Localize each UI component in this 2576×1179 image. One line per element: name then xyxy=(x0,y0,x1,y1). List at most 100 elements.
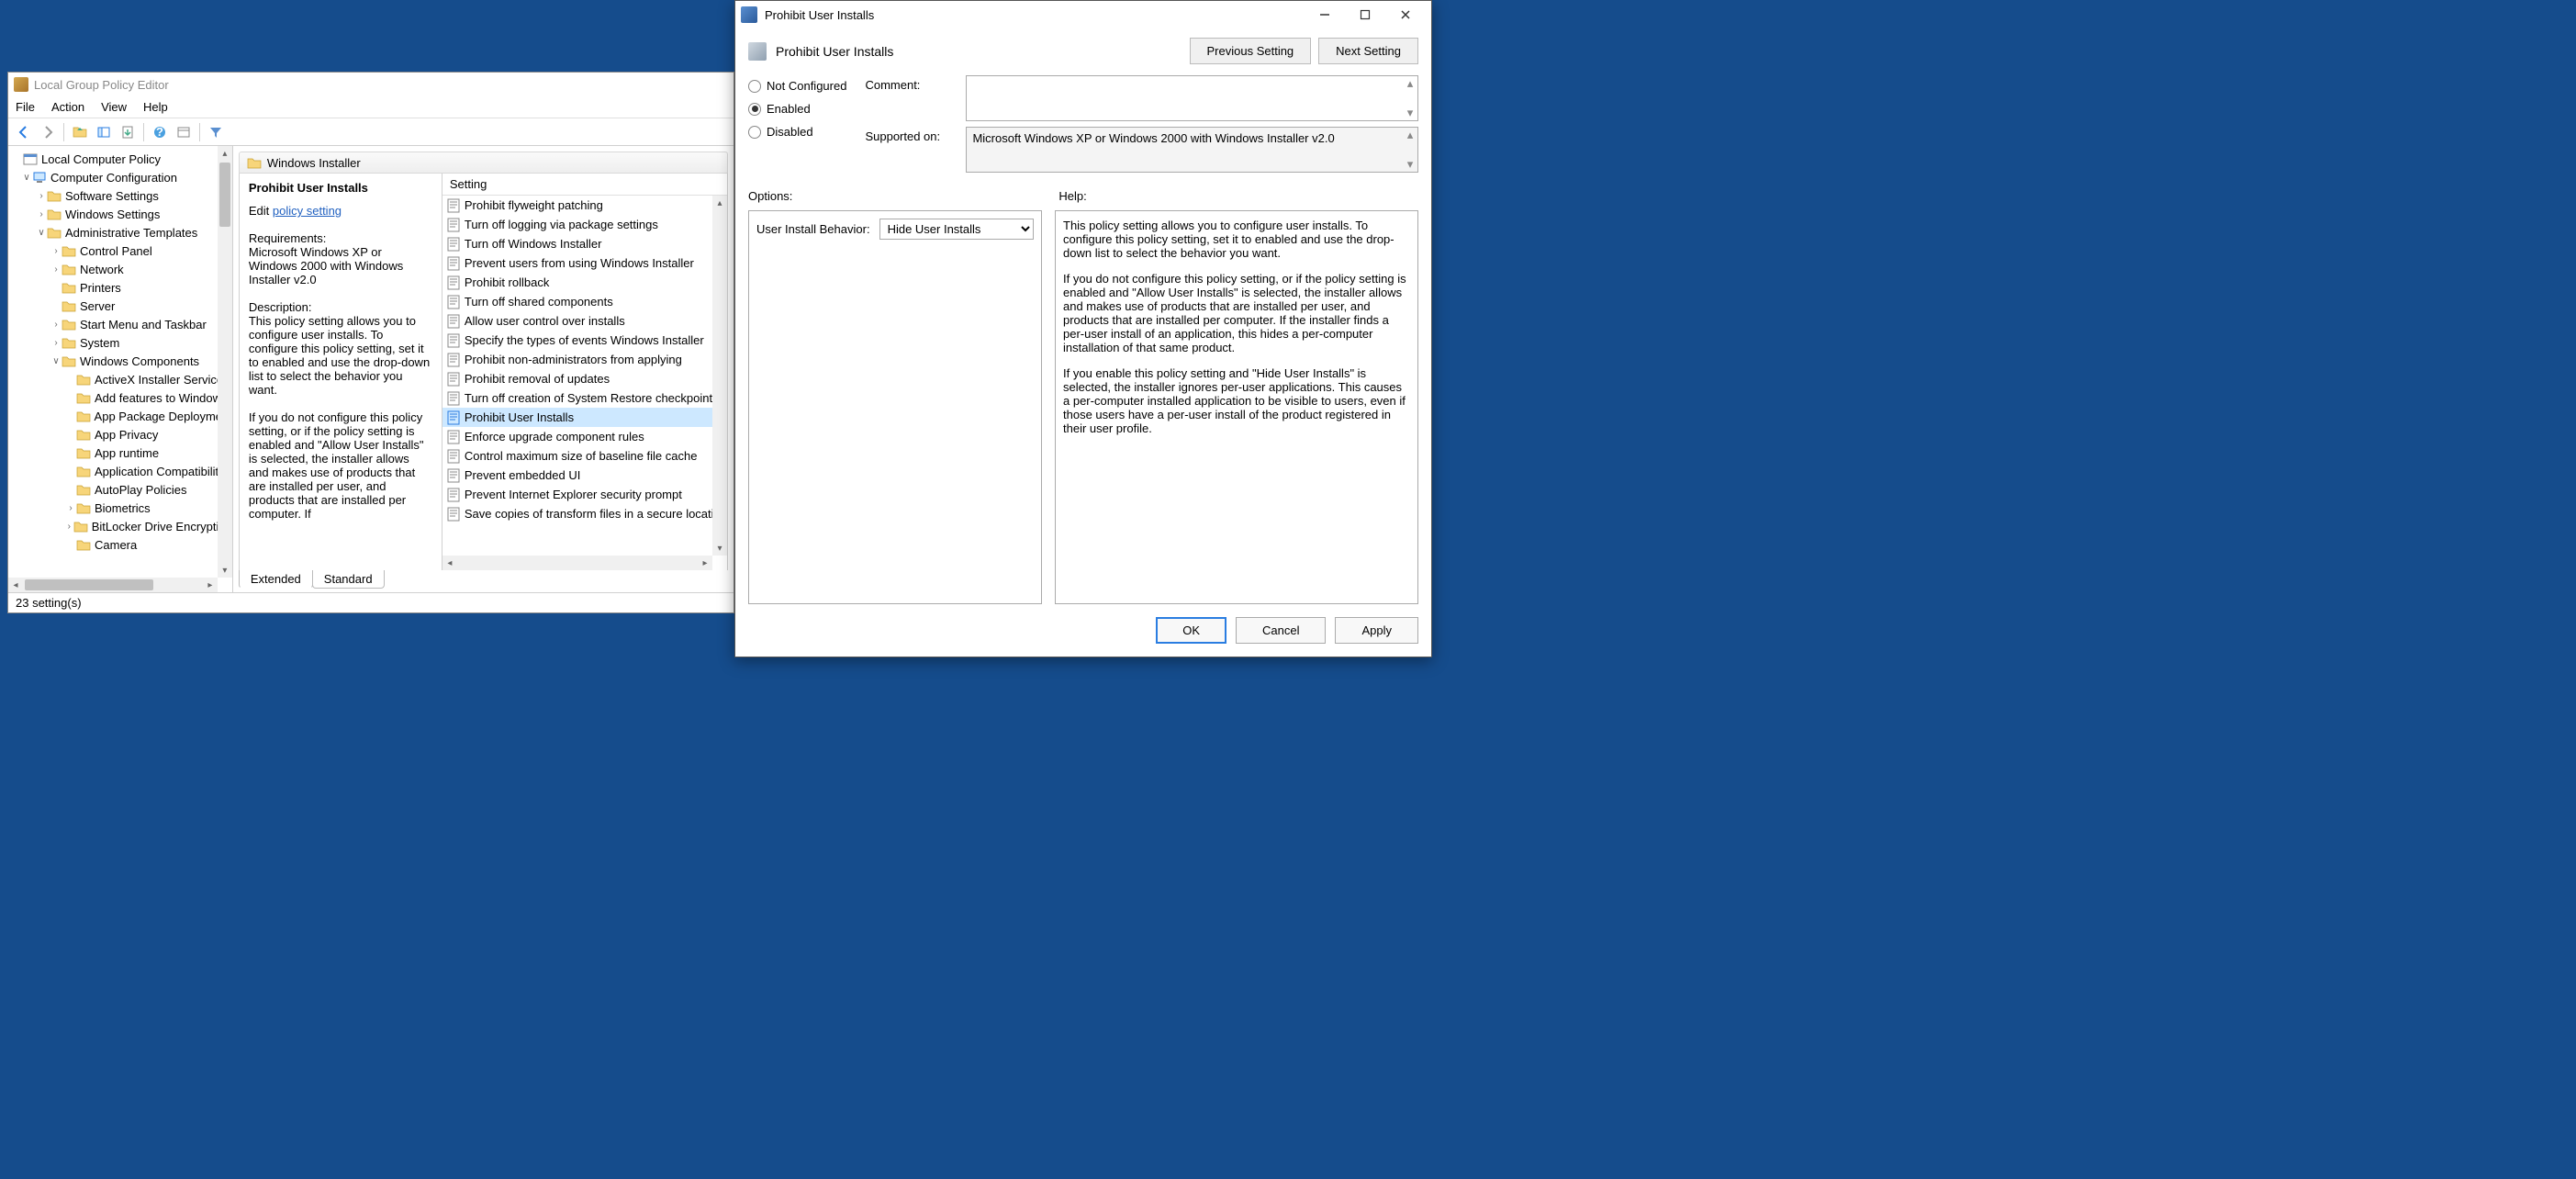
radio-enabled[interactable]: Enabled xyxy=(748,102,846,116)
scroll-down-icon[interactable]: ▾ xyxy=(1407,157,1414,172)
list-item-label: Turn off creation of System Restore chec… xyxy=(465,391,719,405)
tree-printers[interactable]: Printers xyxy=(8,278,232,297)
scroll-left-icon[interactable]: ◂ xyxy=(8,578,23,592)
description-pane: Prohibit User Installs Edit policy setti… xyxy=(240,174,442,570)
list-item[interactable]: Prohibit removal of updates xyxy=(442,369,727,388)
up-button[interactable] xyxy=(70,122,90,142)
tree-server[interactable]: Server xyxy=(8,297,232,315)
list-item[interactable]: Prevent embedded UI xyxy=(442,466,727,485)
scroll-thumb[interactable] xyxy=(219,163,230,227)
tree-control-panel[interactable]: ›Control Panel xyxy=(8,241,232,260)
scroll-right-icon[interactable]: ▸ xyxy=(203,578,218,592)
column-header-setting[interactable]: Setting xyxy=(442,174,727,196)
tree-camera[interactable]: Camera xyxy=(8,535,232,554)
list-item[interactable]: Enforce upgrade component rules xyxy=(442,427,727,446)
list-item[interactable]: Specify the types of events Windows Inst… xyxy=(442,331,727,350)
scroll-down-icon[interactable]: ▾ xyxy=(1407,106,1414,120)
previous-setting-button[interactable]: Previous Setting xyxy=(1190,38,1312,64)
user-install-behavior-select[interactable]: Hide User Installs xyxy=(879,219,1034,240)
tree-app-package[interactable]: App Package Deployment xyxy=(8,407,232,425)
list-scrollbar-h[interactable]: ◂ ▸ xyxy=(442,556,712,570)
next-setting-button[interactable]: Next Setting xyxy=(1318,38,1418,64)
policy-icon xyxy=(446,218,461,232)
gpe-titlebar[interactable]: Local Group Policy Editor xyxy=(8,73,734,96)
radio-disabled[interactable]: Disabled xyxy=(748,125,846,139)
list-item[interactable]: Turn off shared components xyxy=(442,292,727,311)
dialog-header: Prohibit User Installs Previous Setting … xyxy=(748,38,1418,64)
tree-windows-components[interactable]: ∨Windows Components xyxy=(8,352,232,370)
tree-app-privacy[interactable]: App Privacy xyxy=(8,425,232,444)
scroll-down-icon[interactable]: ▾ xyxy=(218,563,232,578)
apply-button[interactable]: Apply xyxy=(1335,617,1418,644)
minimize-button[interactable] xyxy=(1305,2,1345,28)
tree-root[interactable]: Local Computer Policy xyxy=(8,150,232,168)
list-item[interactable]: Prohibit non-administrators from applyin… xyxy=(442,350,727,369)
policy-icon xyxy=(446,449,461,464)
forward-button[interactable] xyxy=(38,122,58,142)
tree-bitlocker[interactable]: ›BitLocker Drive Encryption xyxy=(8,517,232,535)
policy-icon xyxy=(446,372,461,387)
radio-not-configured[interactable]: Not Configured xyxy=(748,79,846,93)
tree-scrollbar-v[interactable]: ▴ ▾ xyxy=(218,146,232,578)
list-item[interactable]: Turn off creation of System Restore chec… xyxy=(442,388,727,408)
menubar: File Action View Help xyxy=(8,96,734,118)
tree-app-runtime[interactable]: App runtime xyxy=(8,444,232,462)
supported-text: Microsoft Windows XP or Windows 2000 wit… xyxy=(966,127,1418,173)
tree-windows-settings[interactable]: ›Windows Settings xyxy=(8,205,232,223)
scroll-down-icon[interactable]: ▾ xyxy=(712,541,727,556)
tree-activex[interactable]: ActiveX Installer Service xyxy=(8,370,232,388)
tree-app-compat[interactable]: Application Compatibility xyxy=(8,462,232,480)
help-button[interactable]: ? xyxy=(150,122,170,142)
menu-view[interactable]: View xyxy=(101,100,127,114)
list-item[interactable]: Prohibit flyweight patching xyxy=(442,196,727,215)
menu-file[interactable]: File xyxy=(16,100,35,114)
tab-standard[interactable]: Standard xyxy=(312,570,385,589)
scroll-up-icon[interactable]: ▴ xyxy=(1407,128,1414,142)
tree-system[interactable]: ›System xyxy=(8,333,232,352)
ok-button[interactable]: OK xyxy=(1156,617,1226,644)
list-item[interactable]: Prohibit User Installs xyxy=(442,408,727,427)
properties-button[interactable] xyxy=(174,122,194,142)
scroll-thumb[interactable] xyxy=(25,579,153,590)
tree-start-menu[interactable]: ›Start Menu and Taskbar xyxy=(8,315,232,333)
list-item[interactable]: Control maximum size of baseline file ca… xyxy=(442,446,727,466)
tab-extended[interactable]: Extended xyxy=(239,570,313,589)
cancel-button[interactable]: Cancel xyxy=(1236,617,1326,644)
tree-network[interactable]: ›Network xyxy=(8,260,232,278)
show-hide-tree-button[interactable] xyxy=(94,122,114,142)
export-button[interactable] xyxy=(118,122,138,142)
scroll-left-icon[interactable]: ◂ xyxy=(442,556,457,570)
tree-autoplay[interactable]: AutoPlay Policies xyxy=(8,480,232,499)
list-item[interactable]: Prohibit rollback xyxy=(442,273,727,292)
list-item[interactable]: Turn off Windows Installer xyxy=(442,234,727,253)
list-item[interactable]: Save copies of transform files in a secu… xyxy=(442,504,727,523)
filter-button[interactable] xyxy=(206,122,226,142)
edit-link-row: Edit policy setting xyxy=(249,204,432,218)
scroll-up-icon[interactable]: ▴ xyxy=(1407,76,1414,91)
tree-computer-config[interactable]: ∨Computer Configuration xyxy=(8,168,232,186)
tree-add-features[interactable]: Add features to Windows xyxy=(8,388,232,407)
gpe-app-icon xyxy=(14,77,28,92)
comment-input[interactable]: ▴▾ xyxy=(966,75,1418,121)
list-item[interactable]: Prevent Internet Explorer security promp… xyxy=(442,485,727,504)
list-item[interactable]: Prevent users from using Windows Install… xyxy=(442,253,727,273)
list-item[interactable]: Turn off logging via package settings xyxy=(442,215,727,234)
back-button[interactable] xyxy=(14,122,34,142)
scroll-up-icon[interactable]: ▴ xyxy=(712,196,727,210)
tree-software-settings[interactable]: ›Software Settings xyxy=(8,186,232,205)
folder-icon xyxy=(62,263,76,275)
close-button[interactable] xyxy=(1385,2,1426,28)
menu-action[interactable]: Action xyxy=(51,100,84,114)
tree-admin-templates[interactable]: ∨Administrative Templates xyxy=(8,223,232,241)
maximize-button[interactable] xyxy=(1345,2,1385,28)
content-title: Windows Installer xyxy=(267,156,361,170)
list-item[interactable]: Allow user control over installs xyxy=(442,311,727,331)
scroll-right-icon[interactable]: ▸ xyxy=(698,556,712,570)
scroll-up-icon[interactable]: ▴ xyxy=(218,146,232,161)
menu-help[interactable]: Help xyxy=(143,100,168,114)
edit-policy-link[interactable]: policy setting xyxy=(273,204,342,218)
tree-scrollbar-h[interactable]: ◂ ▸ xyxy=(8,578,218,592)
tree-biometrics[interactable]: ›Biometrics xyxy=(8,499,232,517)
dialog-titlebar[interactable]: Prohibit User Installs xyxy=(735,1,1431,28)
list-scrollbar-v[interactable]: ▴ ▾ xyxy=(712,196,727,556)
